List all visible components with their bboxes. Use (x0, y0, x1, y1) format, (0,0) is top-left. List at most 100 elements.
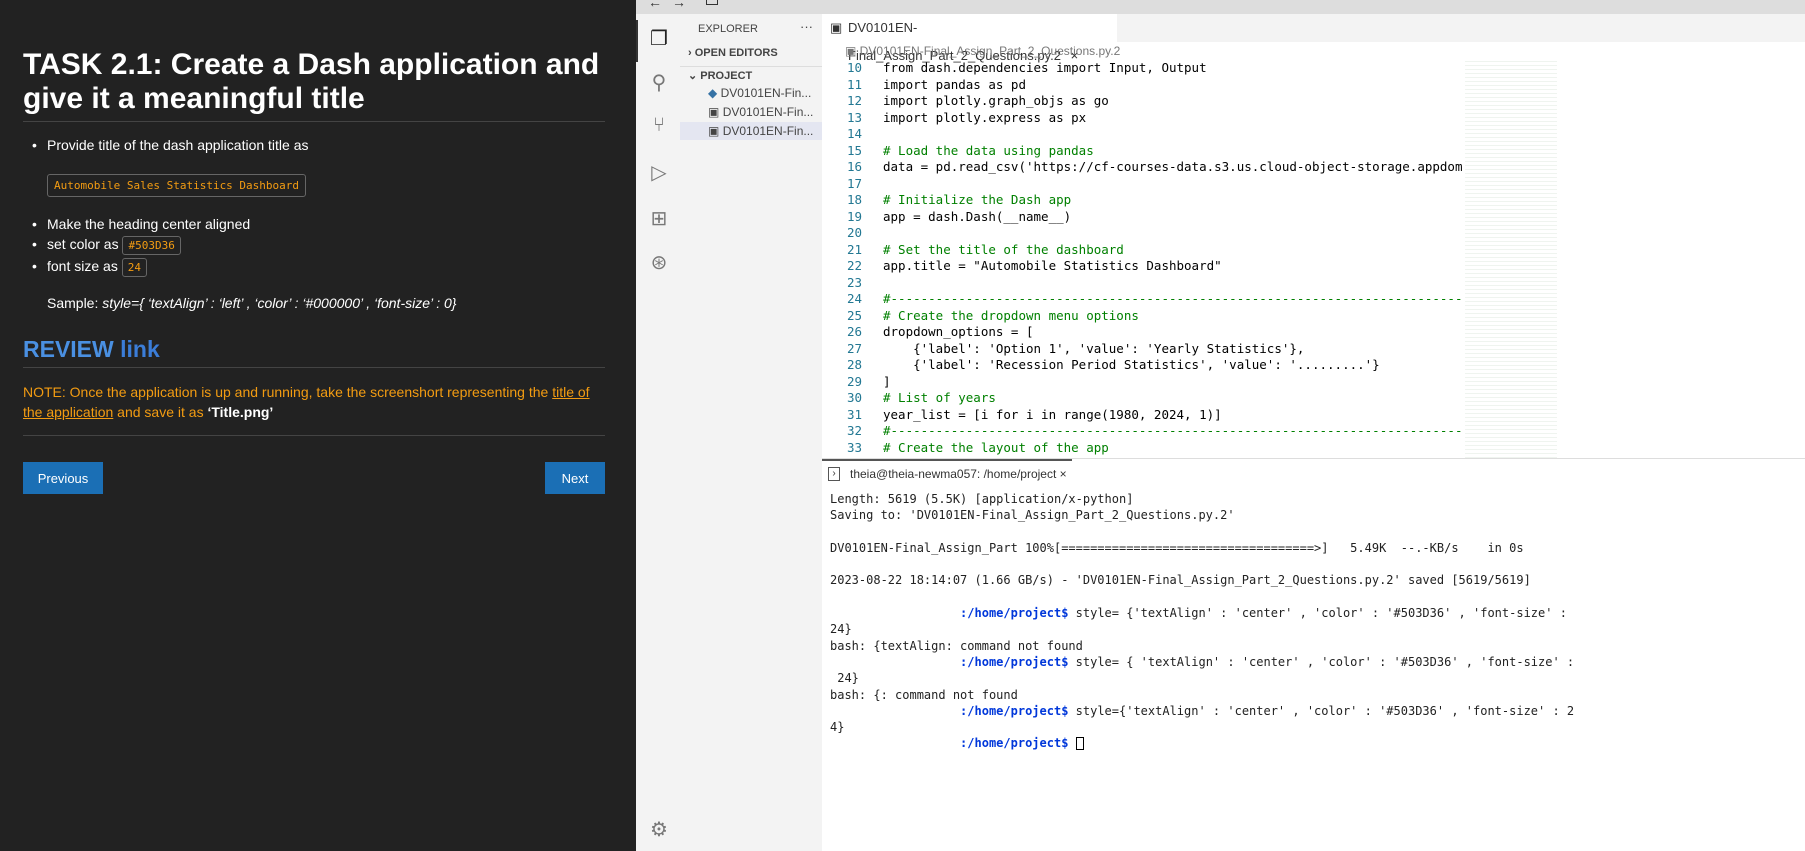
command: style={'textAlign' : 'center' , 'color' … (1068, 703, 1575, 718)
note-filename: ‘Title.png’ (207, 404, 274, 420)
review-heading[interactable]: REVIEW link (23, 336, 160, 363)
breadcrumb-file: DV0101EN-Final_Assign_Part_2_Questions.p… (859, 44, 1121, 58)
terminal-tab[interactable]: › theia@theia-newma057: /home/project × (822, 459, 1072, 485)
instruction-item: Provide title of the dash application ti… (32, 137, 308, 153)
more-actions-icon[interactable]: ··· (800, 18, 820, 36)
settings-gear-icon[interactable]: ⚙ (648, 817, 670, 841)
line-number: 20 (846, 225, 862, 240)
code-line: {'label': 'Option 1', 'value': 'Yearly S… (883, 340, 1305, 356)
code-line: {'label': 'Recession Period Statistics',… (883, 357, 1380, 372)
line-number: 16 (846, 159, 862, 174)
line-number: 12 (846, 93, 862, 108)
code-line: # Create the layout of the app (883, 439, 1109, 455)
terminal-line: 24} (830, 671, 859, 686)
terminal-prompt[interactable]: :/home/project$ (830, 735, 1574, 751)
code-line: app = dash.Dash(__name__) (883, 208, 1072, 224)
code-line: app.title = "Automobile Statistics Dashb… (883, 258, 1222, 273)
terminal-line: DV0101EN-Final_Assign_Part 100%[========… (830, 540, 1524, 555)
line-number: 18 (846, 192, 862, 207)
file-item[interactable]: ▣ DV0101EN-Fin... (680, 103, 822, 121)
instruction-item: set color as #503D36 (32, 236, 181, 255)
project-label: PROJECT (700, 70, 753, 82)
label: set color as (47, 236, 119, 252)
file-item-selected[interactable]: ▣ DV0101EN-Fin... (680, 122, 822, 140)
divider (23, 367, 605, 368)
line-number: 11 (846, 76, 862, 92)
close-icon[interactable]: × (1060, 467, 1067, 481)
terminal-line: 4} (830, 720, 845, 735)
extensions-icon[interactable]: ⊞ (648, 206, 670, 230)
line-number: 27 (846, 340, 862, 356)
code-editor[interactable]: 10 from dash.dependencies import Input, O… (822, 58, 1462, 458)
line-number: 15 (846, 142, 862, 158)
code-line: import plotly.express as px (883, 109, 1087, 125)
terminal-command-line: :/home/project$ style={'textAlign' : 'ce… (830, 703, 1574, 719)
run-debug-icon[interactable]: ▷ (648, 160, 670, 184)
file-name: DV0101EN-Fin... (722, 124, 814, 138)
open-editors-section[interactable]: › OPEN EDITORS (680, 44, 822, 62)
terminal-panel[interactable]: › theia@theia-newma057: /home/project × L… (822, 458, 1805, 851)
terminal-output: Length: 5619 (5.5K) [application/x-pytho… (830, 491, 1574, 752)
file-item[interactable]: ◆ DV0101EN-Fin... (680, 84, 822, 102)
terminal-line: Saving to: 'DV0101EN-Final_Assign_Part_2… (830, 508, 1235, 523)
file-icon: ▣ (708, 105, 720, 119)
top-toolbar: ← → (636, 0, 1805, 14)
source-control-icon[interactable]: ⑂ (648, 114, 670, 136)
color-code: #503D36 (122, 236, 181, 255)
prompt: :/home/project$ (960, 654, 1069, 669)
code-line: ] (883, 373, 891, 389)
sample-text: Sample: style={ ‘textAlign’ : ‘left’ , ‘… (47, 295, 456, 311)
breadcrumb[interactable]: ▣ DV0101EN-Final_Assign_Part_2_Questions… (845, 44, 1120, 58)
skills-network-icon[interactable]: ⊛ (648, 250, 670, 274)
project-section[interactable]: ⌄ PROJECT (680, 66, 822, 84)
divider (23, 435, 605, 436)
line-number: 30 (846, 390, 862, 405)
prompt: :/home/project$ (960, 703, 1069, 718)
editor-tab[interactable]: ▣ DV0101EN-Final_Assign_Part_2_Questions.… (822, 14, 1117, 63)
forward-arrow-icon[interactable]: → (672, 0, 686, 10)
editor-tabs: ▣ DV0101EN-Final_Assign_Part_2_Questions.… (822, 14, 1805, 63)
prompt: :/home/project$ (960, 606, 1069, 621)
back-arrow-icon[interactable]: ← (648, 0, 662, 10)
line-number: 22 (846, 258, 862, 273)
code-line: import plotly.graph_objs as go (883, 93, 1109, 108)
instruction-item: font size as 24 (32, 258, 147, 277)
task-title: TASK 2.1: Create a Dash application and … (23, 48, 600, 115)
review-link[interactable]: link (120, 336, 160, 362)
next-button[interactable]: Next (545, 462, 605, 494)
code-line: from dash.dependencies import Input, Out… (883, 60, 1207, 75)
minimap[interactable] (1465, 58, 1557, 458)
title-code-wrap: Automobile Sales Statistics Dashboard (47, 174, 307, 197)
divider (23, 121, 605, 122)
line-number: 14 (846, 126, 862, 141)
terminal-command-line: :/home/project$ style= {'textAlign' : 'c… (830, 605, 1574, 621)
line-number: 19 (846, 208, 862, 224)
prompt: :/home/project$ (960, 736, 1069, 751)
terminal-command-line: :/home/project$ style= { 'textAlign' : '… (830, 654, 1574, 670)
terminal-line: Length: 5619 (5.5K) [application/x-pytho… (830, 492, 1134, 506)
previous-button[interactable]: Previous (23, 462, 103, 494)
files-icon[interactable]: ❐ (648, 26, 670, 50)
line-number: 10 (846, 60, 862, 75)
line-number: 21 (846, 241, 862, 257)
search-icon[interactable]: ⚲ (648, 70, 670, 94)
code-line: #---------------------------------------… (883, 423, 1462, 438)
size-code: 24 (121, 258, 147, 277)
file-icon: ▣ (830, 20, 843, 35)
note-text: NOTE: Once the application is up and run… (23, 382, 603, 422)
line-number: 32 (846, 423, 862, 438)
file-icon: ▣ (708, 124, 720, 138)
note-mid: and save it as (113, 404, 208, 420)
code-line: data = pd.read_csv('https://cf-courses-d… (883, 159, 1462, 174)
line-number: 33 (846, 439, 862, 455)
terminal-line: 2023-08-22 18:14:07 (1.66 GB/s) - 'DV010… (830, 573, 1531, 588)
title-code: Automobile Sales Statistics Dashboard (47, 174, 307, 197)
split-layout-icon[interactable] (706, 0, 718, 5)
open-editors-label: OPEN EDITORS (694, 47, 778, 59)
note-pre: NOTE: Once the application is up and run… (23, 384, 553, 400)
terminal-line: 24} (830, 622, 852, 637)
terminal-error: bash: {textAlign: command not found (830, 638, 1083, 653)
